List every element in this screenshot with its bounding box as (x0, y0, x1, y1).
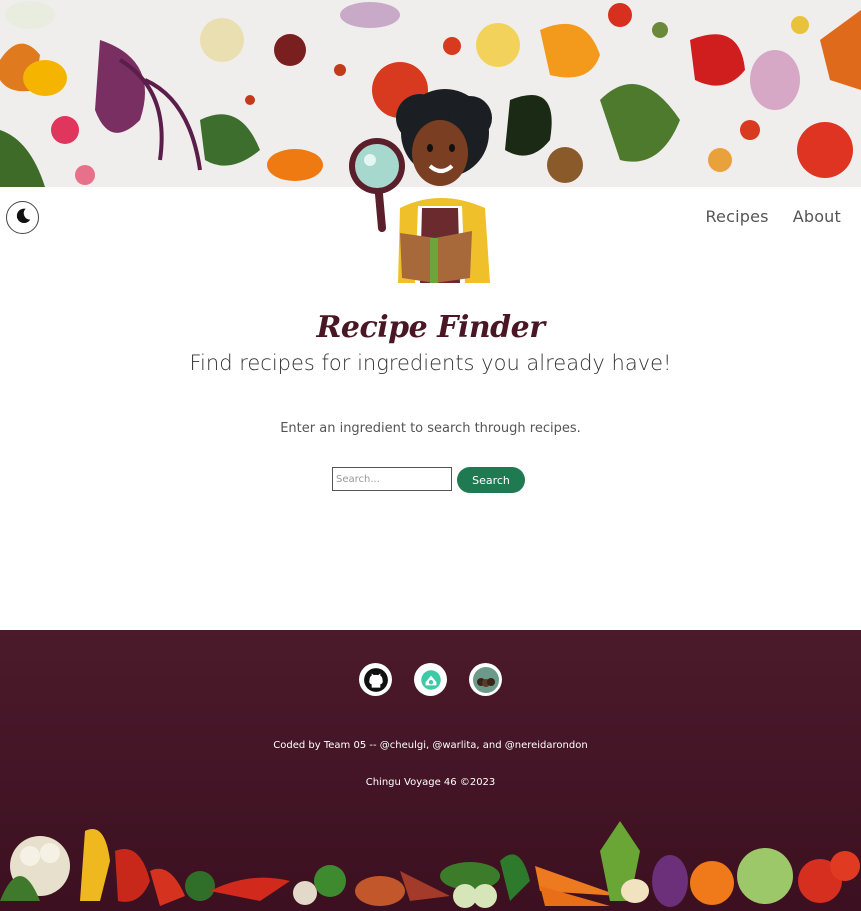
footer: Coded by Team 05 -- @cheulgi, @warlita, … (0, 630, 861, 911)
footer-icons (0, 663, 861, 696)
chef-mascot-illustration (340, 88, 510, 288)
page-subtitle: Find recipes for ingredients you already… (189, 351, 672, 375)
main-nav: Recipes About (705, 207, 841, 226)
github-icon[interactable] (359, 663, 392, 696)
about-icon[interactable] (469, 663, 502, 696)
chingu-icon[interactable] (414, 663, 447, 696)
nav-link-about[interactable]: About (793, 207, 841, 226)
nav-link-recipes[interactable]: Recipes (705, 207, 768, 226)
search-input[interactable] (332, 467, 452, 491)
footer-credits: Coded by Team 05 -- @cheulgi, @warlita, … (273, 740, 588, 751)
vegetables-footer-illustration (0, 821, 860, 908)
theme-toggle-button[interactable] (6, 201, 39, 234)
search-button[interactable]: Search (457, 467, 525, 493)
search-hint: Enter an ingredient to search through re… (280, 421, 581, 436)
page-title: Recipe Finder (316, 310, 545, 345)
moon-icon (14, 207, 32, 229)
footer-copyright: Chingu Voyage 46 ©2023 (365, 777, 496, 788)
